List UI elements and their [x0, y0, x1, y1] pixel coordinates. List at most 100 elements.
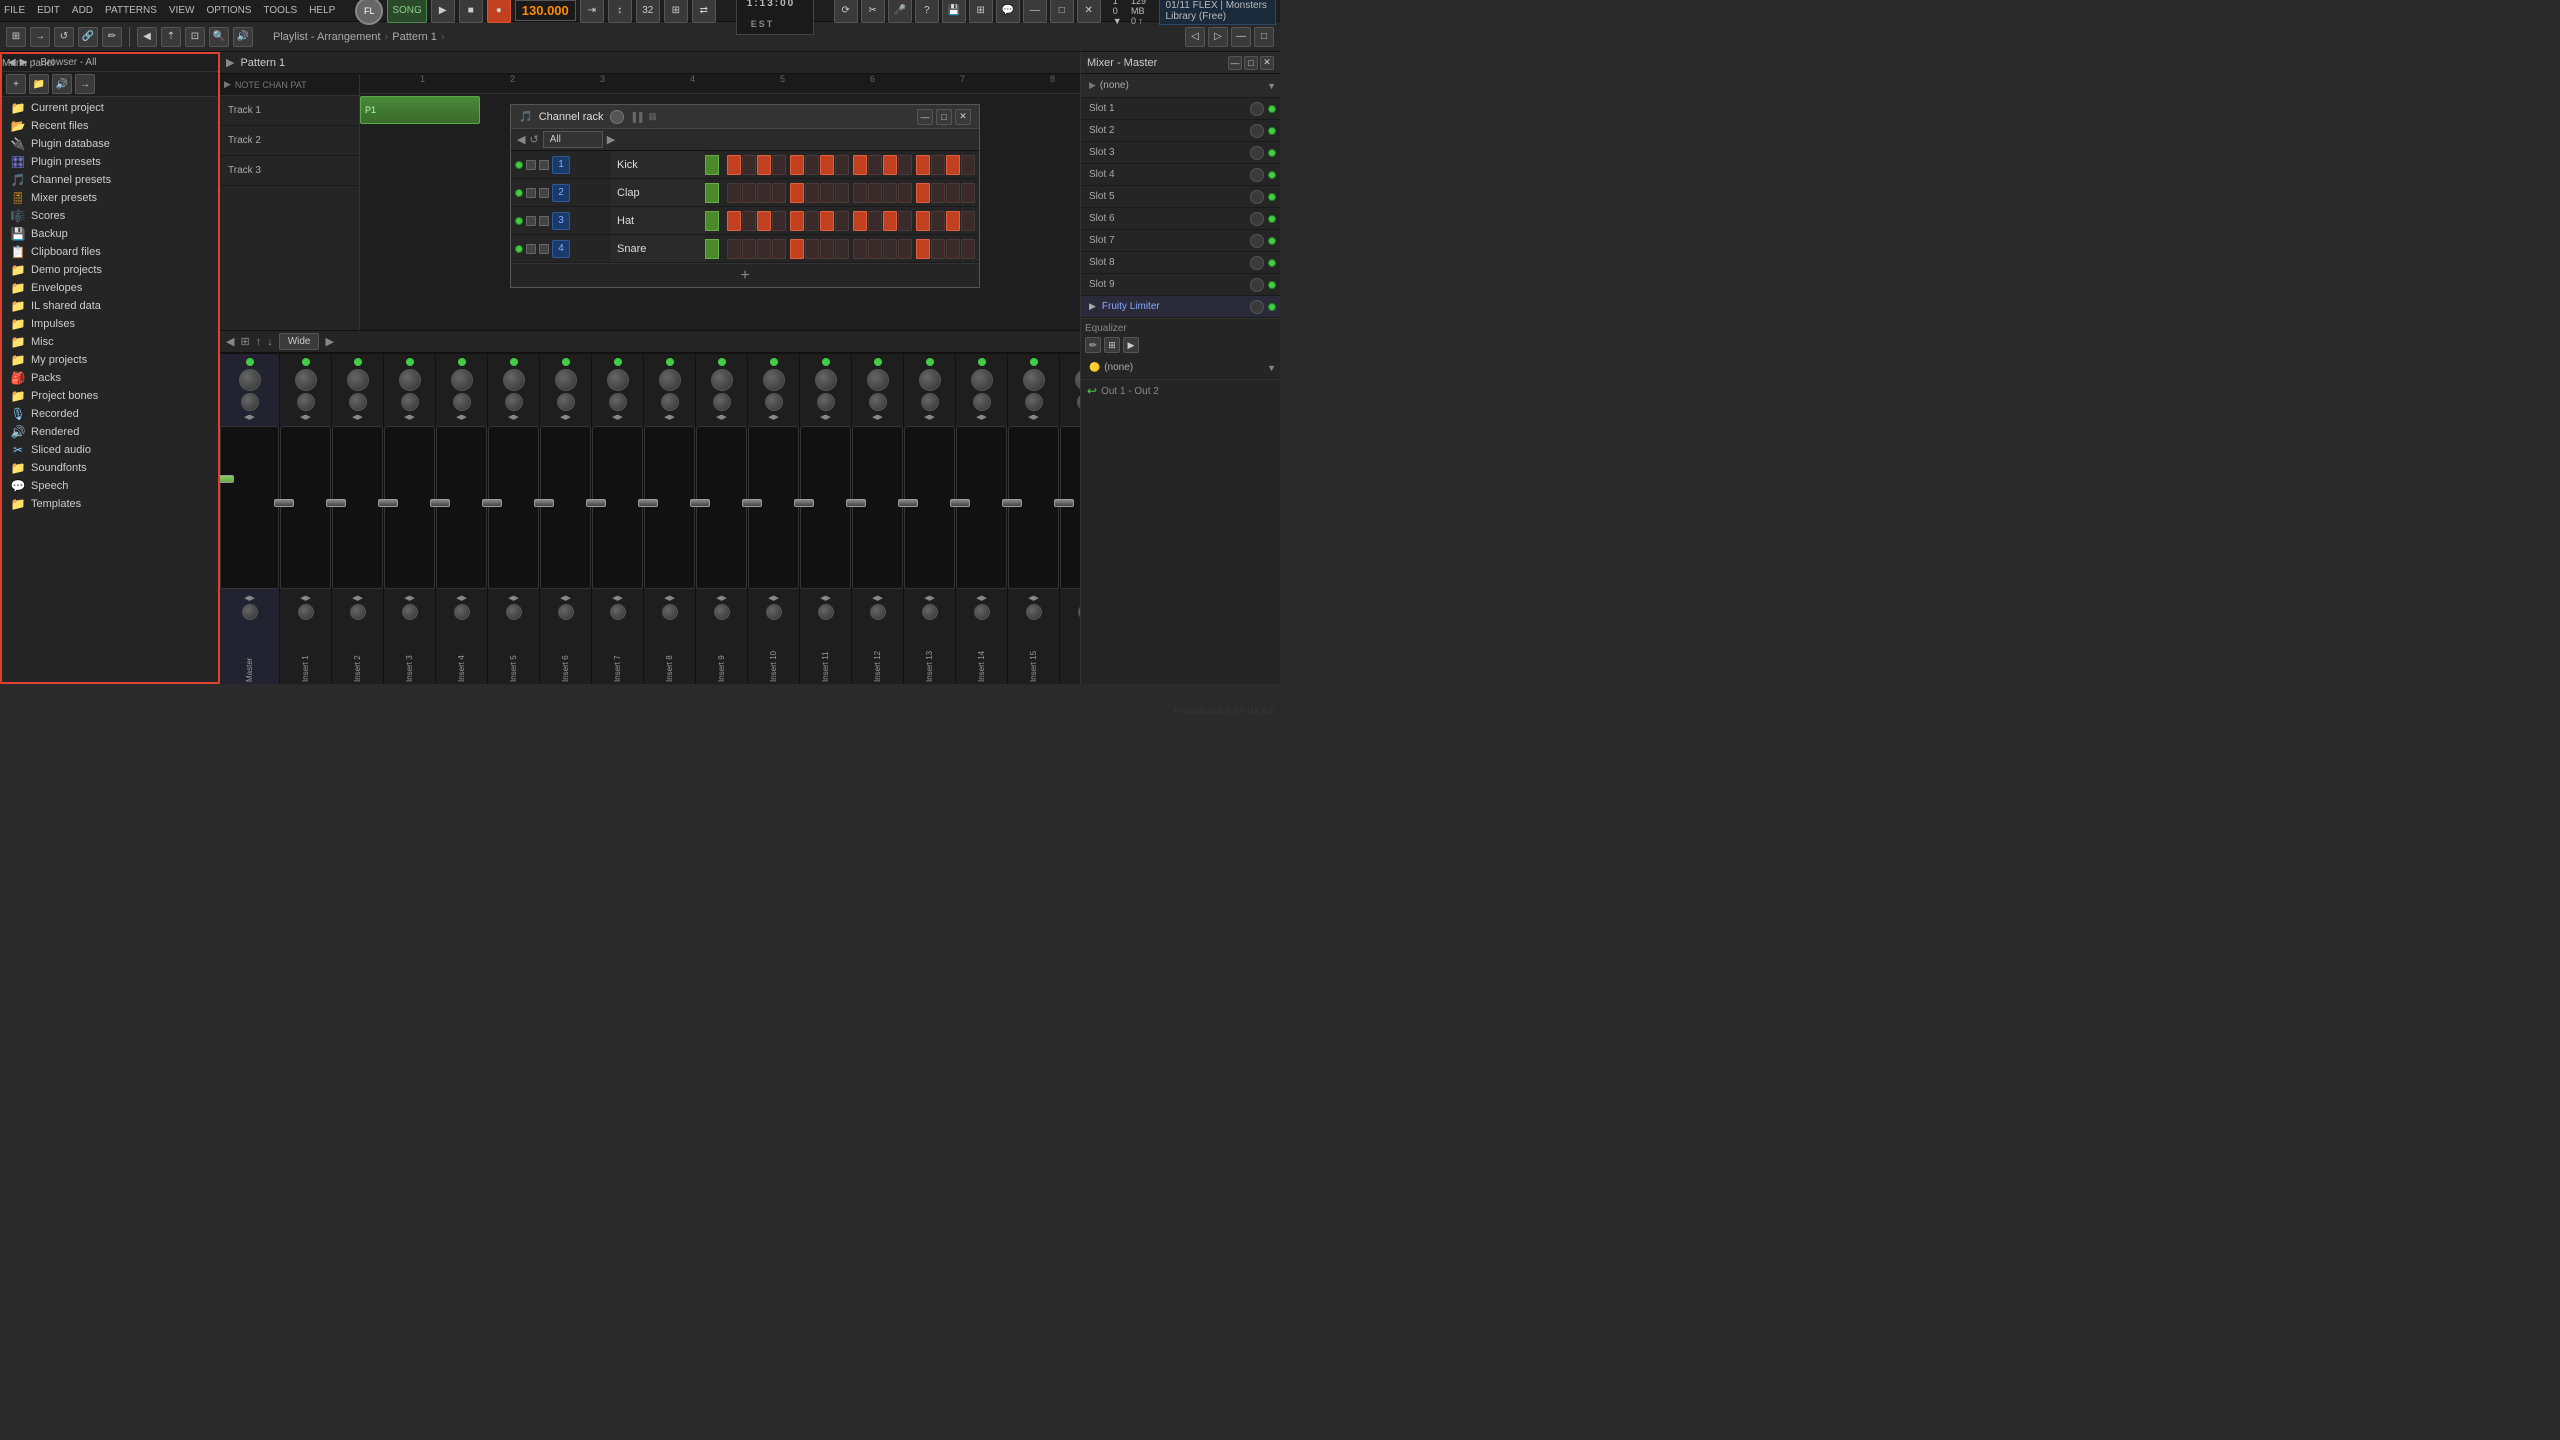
beat-btn-0-1[interactable]: [742, 155, 756, 175]
mixer-knob-pan-2[interactable]: [347, 369, 369, 391]
breadcrumb-pattern[interactable]: Pattern 1: [392, 31, 437, 43]
toolbar-icon-1[interactable]: ⇥: [580, 0, 604, 23]
mixer-knob-send-10[interactable]: [766, 604, 782, 620]
beat-btn-0-12[interactable]: [916, 155, 930, 175]
mixer-fader-handle-8[interactable]: [638, 499, 658, 507]
beat-btn-1-4[interactable]: [790, 183, 804, 203]
beat-btn-2-2[interactable]: [757, 211, 771, 231]
beat-btn-1-12[interactable]: [916, 183, 930, 203]
beat-btn-2-6[interactable]: [820, 211, 834, 231]
bpm-display[interactable]: 130.000: [515, 0, 576, 21]
beat-btn-0-11[interactable]: [898, 155, 912, 175]
playlist-prev-btn[interactable]: ◀: [226, 335, 234, 348]
track-label-3[interactable]: Track 3: [220, 156, 359, 186]
tb2-icon8[interactable]: ⊡: [185, 27, 205, 47]
track-label-1[interactable]: Track 1: [220, 96, 359, 126]
tb2-right2[interactable]: ▷: [1208, 27, 1228, 47]
beat-btn-3-10[interactable]: [883, 239, 897, 259]
sidebar-item-speech[interactable]: 💬Speech: [2, 477, 218, 495]
mixer-knob-vol-0[interactable]: [241, 393, 259, 411]
beat-btn-3-15[interactable]: [961, 239, 975, 259]
tb2-icon4[interactable]: 🔗: [78, 27, 98, 47]
ch-name-0[interactable]: Kick: [611, 151, 705, 178]
mixer-knob-vol-13[interactable]: [921, 393, 939, 411]
add-channel-btn[interactable]: +: [511, 263, 979, 287]
beat-btn-1-0[interactable]: [727, 183, 741, 203]
toolbar-icon-11[interactable]: ⊞: [969, 0, 993, 23]
cr-mute-btn[interactable]: [610, 110, 624, 124]
mixer-fader-handle-16[interactable]: [1054, 499, 1074, 507]
sidebar-item-backup[interactable]: 💾Backup: [2, 225, 218, 243]
toolbar-icon-8[interactable]: 🎤: [888, 0, 912, 23]
menu-file[interactable]: FILE: [4, 5, 25, 16]
cr-filter-dropdown[interactable]: All: [543, 131, 603, 148]
playlist-next-btn[interactable]: ▶: [325, 335, 333, 348]
channel-rack-header[interactable]: 🎵 Channel rack ▐▐ ▦ — □ ✕: [511, 105, 979, 129]
slot-row-3[interactable]: Slot 4: [1081, 164, 1280, 186]
sidebar-item-plugin-database[interactable]: 🔌Plugin database: [2, 135, 218, 153]
mixer-knob-pan-9[interactable]: [711, 369, 733, 391]
slot-row-0[interactable]: Slot 1: [1081, 98, 1280, 120]
beat-btn-1-1[interactable]: [742, 183, 756, 203]
cr-back-btn[interactable]: ◀: [517, 133, 525, 146]
tb2-icon7[interactable]: ⇡: [161, 27, 181, 47]
beat-btn-3-6[interactable]: [820, 239, 834, 259]
mixer-fader-handle-11[interactable]: [794, 499, 814, 507]
mixer-fader-handle-4[interactable]: [430, 499, 450, 507]
sidebar-item-mixer-presets[interactable]: 🎚Mixer presets: [2, 189, 218, 207]
sidebar-item-demo-projects[interactable]: 📁Demo projects: [2, 261, 218, 279]
toolbar-icon-9[interactable]: ?: [915, 0, 939, 23]
slot-row-8[interactable]: Slot 9: [1081, 274, 1280, 296]
toolbar-icon-2[interactable]: ↕: [608, 0, 632, 23]
rp-none-btn[interactable]: ▼: [1267, 363, 1276, 373]
mixer-knob-pan-6[interactable]: [555, 369, 577, 391]
beat-btn-1-3[interactable]: [772, 183, 786, 203]
mixer-knob-vol-4[interactable]: [453, 393, 471, 411]
minimize-btn[interactable]: —: [1023, 0, 1047, 23]
sidebar-item-rendered[interactable]: 🔊Rendered: [2, 423, 218, 441]
beat-btn-1-6[interactable]: [820, 183, 834, 203]
sidebar-item-scores[interactable]: 🎼Scores: [2, 207, 218, 225]
mixer-knob-send-7[interactable]: [610, 604, 626, 620]
sidebar-item-project-bones[interactable]: 📁Project bones: [2, 387, 218, 405]
menu-patterns[interactable]: PATTERNS: [105, 5, 157, 16]
tb2-win-min[interactable]: —: [1231, 27, 1251, 47]
beat-btn-0-3[interactable]: [772, 155, 786, 175]
beat-btn-2-7[interactable]: [835, 211, 849, 231]
mixer-knob-pan-0[interactable]: [239, 369, 261, 391]
tb2-icon5[interactable]: ✏: [102, 27, 122, 47]
slot-row-1[interactable]: Slot 2: [1081, 120, 1280, 142]
pattern-expand-btn[interactable]: ▶: [226, 56, 234, 69]
beat-btn-3-2[interactable]: [757, 239, 771, 259]
slot-row-5[interactable]: Slot 6: [1081, 208, 1280, 230]
beat-btn-2-3[interactable]: [772, 211, 786, 231]
mixer-knob-vol-1[interactable]: [297, 393, 315, 411]
mixer-knob-vol-14[interactable]: [973, 393, 991, 411]
sidebar-item-sliced-audio[interactable]: ✂Sliced audio: [2, 441, 218, 459]
mixer-fader-handle-2[interactable]: [326, 499, 346, 507]
menu-tools[interactable]: TOOLS: [263, 5, 297, 16]
sidebar-item-recent-files[interactable]: 📂Recent files: [2, 117, 218, 135]
playlist-up-btn[interactable]: ↑: [256, 336, 262, 348]
sidebar-item-recorded[interactable]: 🎙Recorded: [2, 405, 218, 423]
playlist-down-btn[interactable]: ↓: [267, 336, 273, 348]
mixer-knob-pan-8[interactable]: [659, 369, 681, 391]
sidebar-item-clipboard-files[interactable]: 📋Clipboard files: [2, 243, 218, 261]
tb2-icon2[interactable]: →: [30, 27, 50, 47]
tb2-icon9[interactable]: 🔍: [209, 27, 229, 47]
beat-btn-3-9[interactable]: [868, 239, 882, 259]
mixer-knob-send-5[interactable]: [506, 604, 522, 620]
beat-btn-0-5[interactable]: [805, 155, 819, 175]
beat-btn-3-4[interactable]: [790, 239, 804, 259]
rp-close[interactable]: ✕: [1260, 56, 1274, 70]
sidebar-item-channel-presets[interactable]: 🎵Channel presets: [2, 171, 218, 189]
sidebar-arrow-btn[interactable]: →: [75, 74, 95, 94]
mixer-knob-vol-7[interactable]: [609, 393, 627, 411]
tb2-right1[interactable]: ◁: [1185, 27, 1205, 47]
mixer-knob-pan-14[interactable]: [971, 369, 993, 391]
beat-btn-2-4[interactable]: [790, 211, 804, 231]
beat-btn-3-8[interactable]: [853, 239, 867, 259]
mixer-knob-send-14[interactable]: [974, 604, 990, 620]
beat-btn-2-9[interactable]: [868, 211, 882, 231]
playlist-add-btn[interactable]: ⊞: [240, 335, 249, 348]
